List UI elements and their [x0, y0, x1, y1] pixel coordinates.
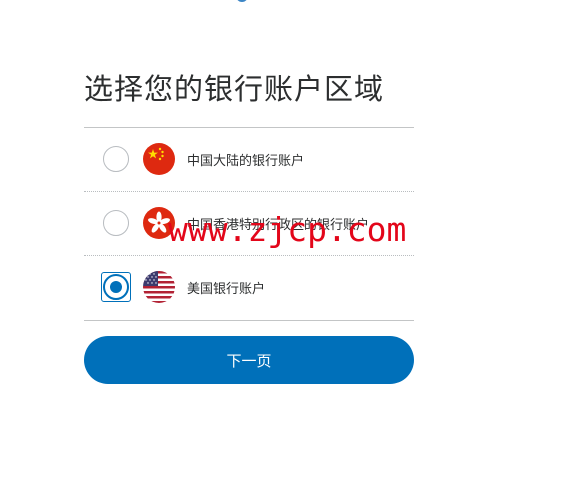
china-flag-icon: [143, 143, 175, 175]
bank-region-options: 中国大陆的银行账户 中国香港特别行政区的银行账户 美国银行账户: [84, 127, 414, 321]
logo-fragment: [236, 0, 248, 2]
radio-selected-dot: [110, 281, 122, 293]
hong-kong-flag-icon: [143, 207, 175, 239]
radio-china-mainland[interactable]: [103, 146, 129, 172]
usa-flag-icon: [143, 271, 175, 303]
option-label: 中国大陆的银行账户: [187, 154, 305, 169]
option-label: 美国银行账户: [187, 282, 266, 297]
page-title: 选择您的银行账户区域: [84, 72, 385, 106]
option-usa[interactable]: 美国银行账户: [84, 256, 414, 321]
option-hong-kong[interactable]: 中国香港特别行政区的银行账户: [84, 192, 414, 256]
option-label: 中国香港特别行政区的银行账户: [187, 218, 370, 233]
option-china-mainland[interactable]: 中国大陆的银行账户: [84, 128, 414, 192]
radio-usa[interactable]: [103, 274, 129, 300]
radio-hong-kong[interactable]: [103, 210, 129, 236]
next-page-button[interactable]: 下一页: [84, 336, 414, 384]
